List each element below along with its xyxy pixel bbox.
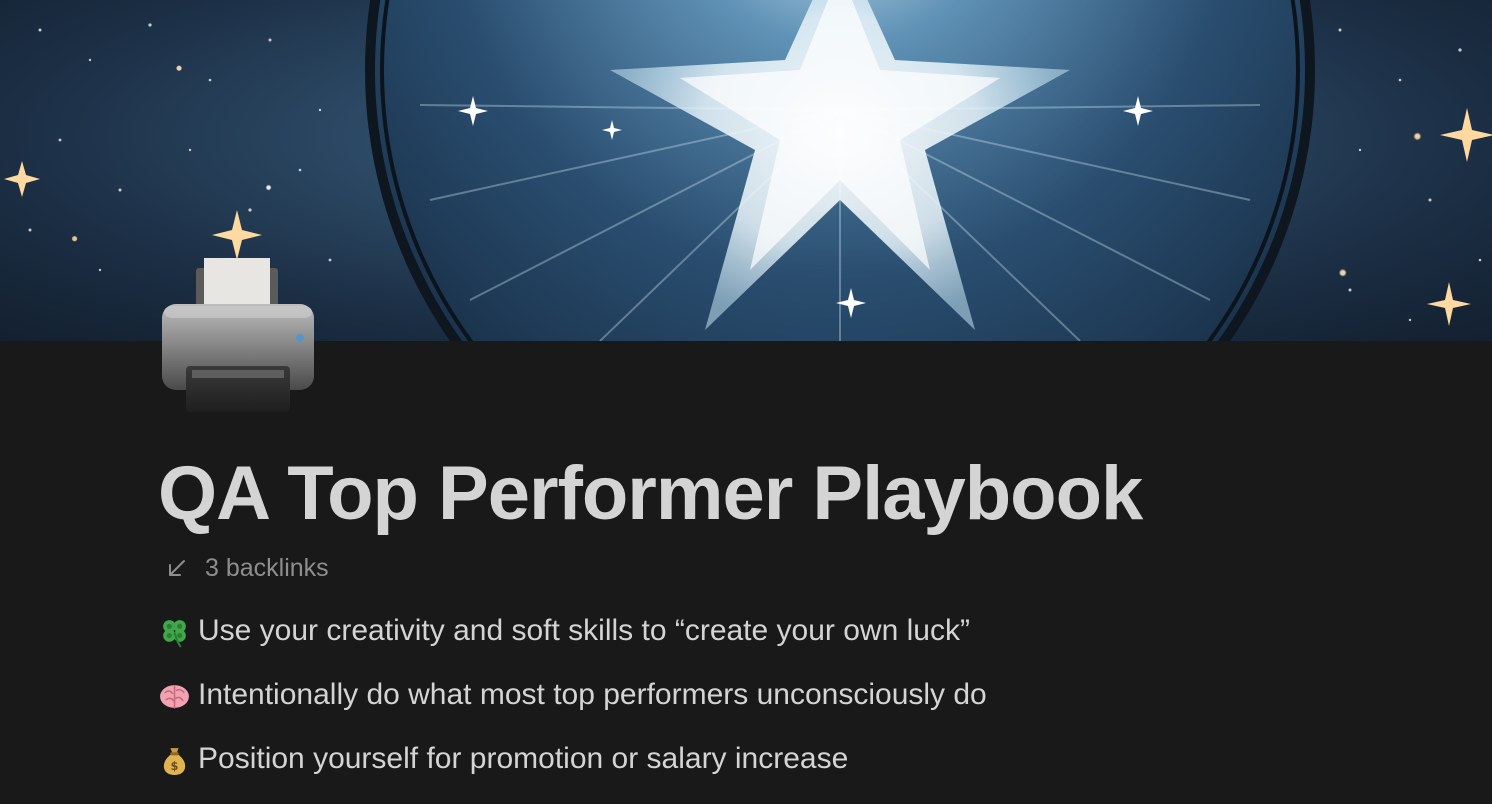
notion-page: QA Top Performer Playbook 3 backlinks Us… bbox=[0, 0, 1492, 804]
printer-icon[interactable] bbox=[158, 254, 318, 414]
money-bag-icon: $ bbox=[163, 748, 186, 775]
list-item-text: Use your creativity and soft skills to “… bbox=[198, 614, 970, 647]
four-leaf-clover-icon bbox=[163, 620, 186, 648]
list-item[interactable]: $ Position yourself for promotion or sal… bbox=[158, 742, 987, 804]
backlinks-button[interactable]: 3 backlinks bbox=[158, 550, 337, 586]
brain-icon bbox=[160, 685, 189, 709]
list-item[interactable]: Intentionally do what most top performer… bbox=[158, 678, 987, 742]
page-title[interactable]: QA Top Performer Playbook bbox=[158, 450, 1143, 537]
svg-text:$: $ bbox=[171, 759, 179, 773]
intro-list: Use your creativity and soft skills to “… bbox=[158, 614, 987, 804]
backlinks-label: 3 backlinks bbox=[205, 553, 329, 582]
list-item-text: Position yourself for promotion or salar… bbox=[198, 742, 849, 775]
list-item[interactable]: Use your creativity and soft skills to “… bbox=[158, 614, 987, 678]
arrow-down-left-icon bbox=[169, 560, 185, 576]
list-item-text: Intentionally do what most top performer… bbox=[198, 678, 987, 711]
